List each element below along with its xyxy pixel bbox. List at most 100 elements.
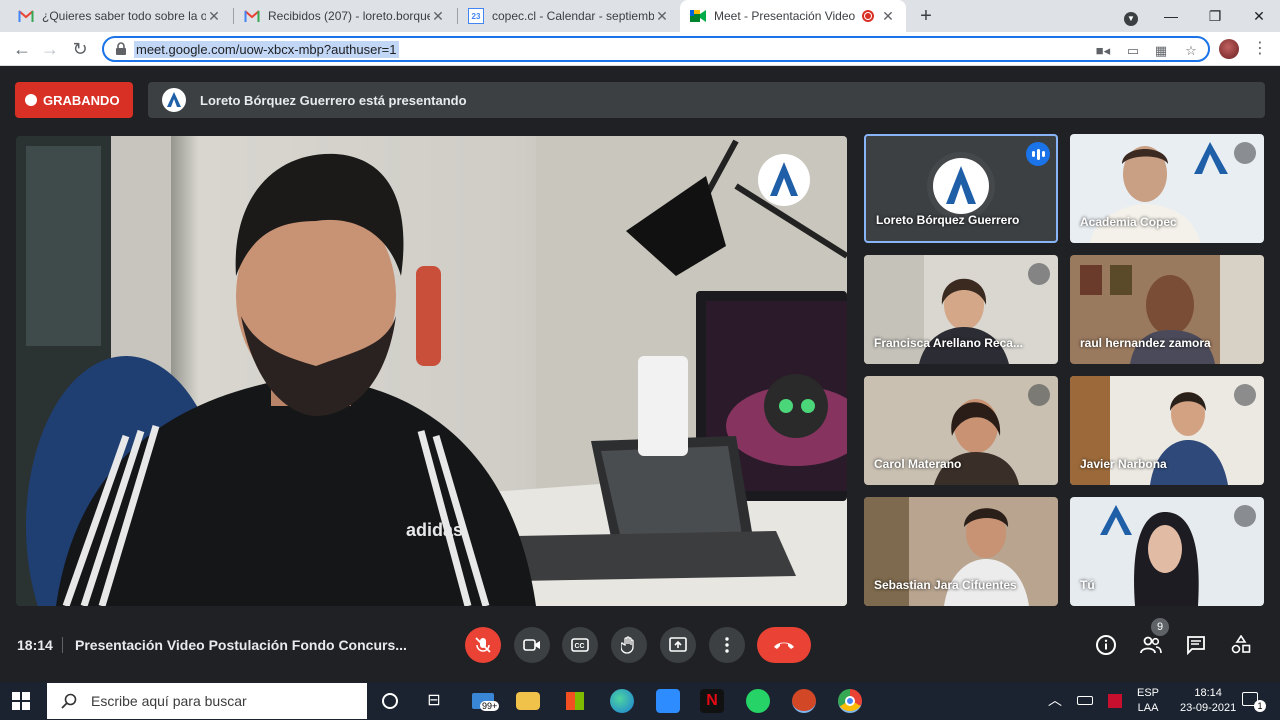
cast-icon[interactable]: ▭ [1124, 43, 1142, 59]
mail-app-icon[interactable]: 99+ [470, 689, 504, 713]
present-screen-icon [669, 637, 687, 652]
tab-meet[interactable]: Meet - Presentación Video P ✕ [680, 0, 906, 32]
presenting-text: Loreto Bórquez Guerrero está presentando [200, 92, 467, 108]
file-explorer-icon[interactable] [516, 692, 540, 710]
camera-toggle-button[interactable] [514, 627, 550, 663]
participant-tile[interactable]: Carol Materano [864, 376, 1058, 485]
participants-button[interactable] [1139, 633, 1163, 657]
participant-name: Tú [1080, 578, 1095, 592]
raise-hand-button[interactable] [611, 627, 647, 663]
gmail-icon [244, 8, 260, 24]
browser-menu-icon[interactable]: ⋮ [1252, 38, 1268, 60]
powerpoint-icon[interactable] [792, 689, 816, 713]
url-text[interactable]: meet.google.com/uow-xbcx-mbp?authuser=1 [134, 41, 399, 58]
meet-icon [690, 8, 706, 24]
antivirus-tray-icon[interactable] [1108, 694, 1122, 708]
notification-count-badge: 1 [1254, 700, 1266, 712]
microsoft-store-icon[interactable] [563, 689, 587, 713]
minimize-button[interactable]: — [1150, 0, 1192, 32]
battery-icon[interactable] [1077, 696, 1093, 705]
reload-button[interactable]: ↻ [68, 37, 92, 61]
participant-name: Loreto Bórquez Guerrero [876, 213, 1020, 227]
tab-gmail-article[interactable]: ¿Quieres saber todo sobre la obe ✕ [8, 0, 232, 32]
close-tab-icon[interactable]: ✕ [654, 8, 670, 24]
chat-icon [1187, 636, 1205, 655]
tab-title: Meet - Presentación Video P [714, 9, 856, 23]
restore-button[interactable]: ❐ [1194, 0, 1236, 32]
cortana-icon[interactable] [378, 689, 402, 713]
close-window-button[interactable]: ✕ [1238, 0, 1280, 32]
participant-name: Javier Narbona [1080, 457, 1167, 471]
participant-tile[interactable]: Tú [1070, 497, 1264, 606]
tab-title: copec.cl - Calendar - septiembre [492, 9, 654, 23]
mail-unread-badge: 99+ [480, 701, 500, 711]
presenter-video-scene: adidas [16, 136, 847, 606]
qr-code-icon[interactable]: ▦ [1152, 43, 1170, 59]
mic-off-icon [475, 637, 491, 653]
video-camera-icon [523, 639, 540, 651]
mic-off-icon [1028, 263, 1050, 285]
closed-captions-icon: CC [571, 638, 589, 652]
recording-dot-icon [25, 94, 37, 106]
main-video-feed[interactable]: adidas [16, 136, 847, 606]
participant-tile[interactable]: Sebastian Jara Cifuentes [864, 497, 1058, 606]
leave-call-button[interactable] [757, 627, 811, 663]
present-screen-button[interactable] [660, 627, 696, 663]
chrome-browser-icon[interactable] [838, 689, 862, 713]
show-hidden-icons-chevron-icon[interactable]: ︿ [1048, 690, 1062, 710]
address-bar[interactable]: meet.google.com/uow-xbcx-mbp?authuser=1 … [102, 36, 1210, 62]
bookmark-star-icon[interactable]: ☆ [1182, 43, 1200, 59]
people-icon [1140, 636, 1162, 654]
forward-button[interactable]: → [38, 37, 62, 61]
recording-label: GRABANDO [43, 92, 120, 108]
search-icon [61, 693, 77, 709]
hang-up-icon [774, 642, 794, 649]
tab-gmail-inbox[interactable]: Recibidos (207) - loreto.borquez ✕ [234, 0, 456, 32]
recording-indicator-icon [862, 10, 874, 22]
participant-tile[interactable]: Javier Narbona [1070, 376, 1264, 485]
profile-avatar[interactable] [1219, 39, 1239, 59]
participant-name: Francisca Arellano Reca... [874, 336, 1023, 350]
participant-tile[interactable]: Loreto Bórquez Guerrero [864, 134, 1058, 243]
system-clock[interactable]: 18:14 23-09-2021 [1180, 686, 1236, 716]
browser-toolbar: ← → ↻ meet.google.com/uow-xbcx-mbp?authu… [0, 32, 1280, 66]
chat-button[interactable] [1184, 633, 1208, 657]
participant-tile[interactable]: Francisca Arellano Reca... [864, 255, 1058, 364]
edge-browser-icon[interactable] [610, 689, 634, 713]
mic-off-icon [1234, 384, 1256, 406]
tab-search-icon[interactable]: ▼ [1110, 0, 1152, 32]
participant-name: Carol Materano [874, 457, 962, 471]
back-button[interactable]: ← [10, 37, 34, 61]
close-tab-icon[interactable]: ✕ [430, 8, 446, 24]
input-language-indicator[interactable]: ESP LAA [1137, 686, 1159, 716]
meeting-details-button[interactable] [1094, 633, 1118, 657]
more-options-button[interactable] [709, 627, 745, 663]
camera-permission-icon[interactable]: ■◂ [1094, 43, 1112, 59]
participant-tile[interactable]: Academia Copec [1070, 134, 1264, 243]
academia-logo-icon [162, 88, 186, 112]
taskbar-search-box[interactable]: Escribe aquí para buscar [47, 683, 367, 719]
netflix-app-icon[interactable]: N [700, 689, 724, 713]
whatsapp-icon[interactable] [746, 689, 770, 713]
activities-button[interactable] [1229, 633, 1253, 657]
divider [62, 637, 63, 653]
microphone-toggle-button[interactable] [465, 627, 501, 663]
task-view-icon[interactable]: ⊟ [422, 689, 446, 713]
browser-tab-strip: ¿Quieres saber todo sobre la obe ✕ Recib… [0, 0, 1280, 32]
participant-tile[interactable]: raul hernandez zamora [1070, 255, 1264, 364]
new-tab-button[interactable]: + [914, 4, 938, 28]
close-tab-icon[interactable]: ✕ [206, 8, 222, 24]
close-tab-icon[interactable]: ✕ [880, 8, 896, 24]
recording-badge: GRABANDO [15, 82, 133, 118]
captions-button[interactable]: CC [562, 627, 598, 663]
zoom-app-icon[interactable] [656, 689, 680, 713]
tab-calendar[interactable]: 23 copec.cl - Calendar - septiembre ✕ [458, 0, 680, 32]
lock-icon [116, 42, 126, 55]
windows-start-icon[interactable] [12, 692, 30, 710]
participant-name: raul hernandez zamora [1080, 336, 1211, 350]
language-code: ESP [1137, 687, 1160, 699]
mic-off-icon [1234, 505, 1256, 527]
clock-time: 18:14 [1194, 687, 1222, 699]
meet-call-area: GRABANDO Loreto Bórquez Guerrero está pr… [0, 67, 1280, 682]
meet-control-bar: 18:14 Presentación Video Postulación Fon… [0, 615, 1280, 681]
